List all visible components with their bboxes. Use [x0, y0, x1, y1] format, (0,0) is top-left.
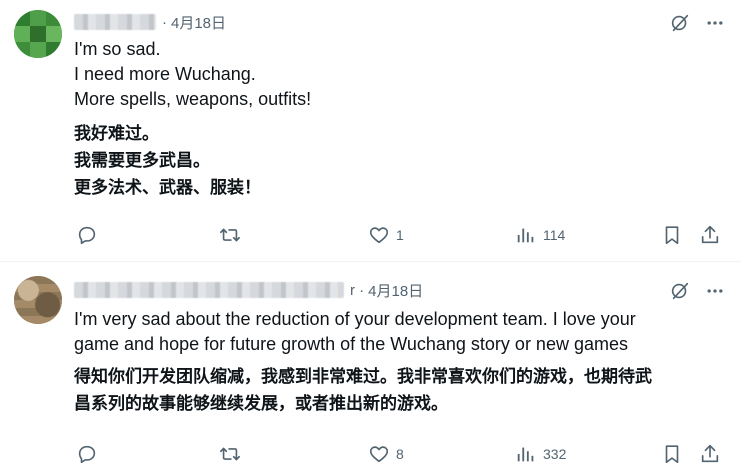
post-header: r · 4月18日	[74, 279, 423, 301]
post-line: I need more Wuchang.	[74, 64, 256, 84]
post-actions: 8 332	[74, 441, 725, 467]
views-icon	[517, 228, 534, 243]
author-name-blurred[interactable]	[74, 282, 344, 298]
avatar[interactable]	[14, 276, 62, 324]
views-button[interactable]: 332	[515, 443, 566, 465]
post[interactable]: · 4月18日 I'm so sad. I need more Wuchang.…	[0, 0, 741, 262]
like-count: 1	[396, 227, 404, 243]
repost-button[interactable]	[218, 224, 242, 246]
bookmark-button[interactable]	[661, 443, 683, 465]
separator: ·	[162, 13, 167, 31]
reply-button[interactable]	[76, 224, 98, 246]
share-button[interactable]	[699, 443, 721, 465]
post-line: game and hope for future growth of the W…	[74, 334, 628, 354]
post-text-en: I'm very sad about the reduction of your…	[74, 307, 711, 357]
post-date[interactable]: 4月18日	[368, 280, 423, 301]
bookmark-icon	[665, 226, 679, 245]
post-date[interactable]: 4月18日	[171, 12, 226, 33]
repost-icon	[220, 447, 240, 461]
post-line: 我需要更多武昌。	[74, 151, 210, 171]
post-text-zh: 得知你们开发团队缩减，我感到非常难过。我非常喜欢你们的游戏，也期待武 昌系列的故…	[74, 364, 711, 418]
repost-icon	[220, 228, 240, 242]
post-line: 昌系列的故事能够继续发展，或者推出新的游戏。	[74, 394, 448, 414]
reply-icon	[78, 445, 96, 464]
heart-icon	[369, 227, 389, 244]
post-line: More spells, weapons, outfits!	[74, 89, 312, 109]
grok-icon[interactable]	[669, 280, 691, 302]
bookmark-icon	[665, 445, 679, 464]
post-line: I'm very sad about the reduction of your…	[74, 309, 636, 329]
grok-icon[interactable]	[669, 12, 691, 34]
avatar[interactable]	[14, 10, 62, 58]
post-top-icons	[669, 12, 725, 34]
share-button[interactable]	[699, 224, 721, 246]
post-actions: 1 114	[74, 222, 725, 248]
reply-button[interactable]	[76, 443, 98, 465]
views-icon	[517, 447, 534, 462]
post-text-en: I'm so sad. I need more Wuchang. More sp…	[74, 37, 711, 112]
bookmark-button[interactable]	[661, 224, 683, 246]
heart-icon	[369, 446, 389, 463]
repost-button[interactable]	[218, 443, 242, 465]
reply-icon	[78, 226, 96, 245]
post-line: 更多法术、武器、服装！	[74, 178, 261, 198]
views-count: 114	[543, 227, 566, 243]
like-button[interactable]: 1	[368, 224, 404, 246]
share-icon	[701, 444, 719, 463]
post[interactable]: r · 4月18日 I'm very sad about the reducti…	[0, 262, 741, 470]
post-line: 我好难过。	[74, 124, 159, 144]
like-button[interactable]: 8	[368, 443, 404, 465]
more-icon[interactable]	[705, 13, 725, 33]
views-count: 332	[543, 446, 567, 462]
views-button[interactable]: 114	[515, 224, 565, 246]
post-header: · 4月18日	[74, 11, 226, 33]
more-icon[interactable]	[705, 281, 725, 301]
post-line: 得知你们开发团队缩减，我感到非常难过。我非常喜欢你们的游戏，也期待武	[74, 367, 652, 387]
post-text-zh: 我好难过。 我需要更多武昌。 更多法术、武器、服装！	[74, 121, 711, 202]
author-name-blurred[interactable]	[74, 14, 156, 30]
post-top-icons	[669, 280, 725, 302]
share-icon	[701, 225, 719, 244]
post-line: I'm so sad.	[74, 39, 161, 59]
separator: r ·	[350, 281, 365, 299]
like-count: 8	[396, 446, 404, 462]
